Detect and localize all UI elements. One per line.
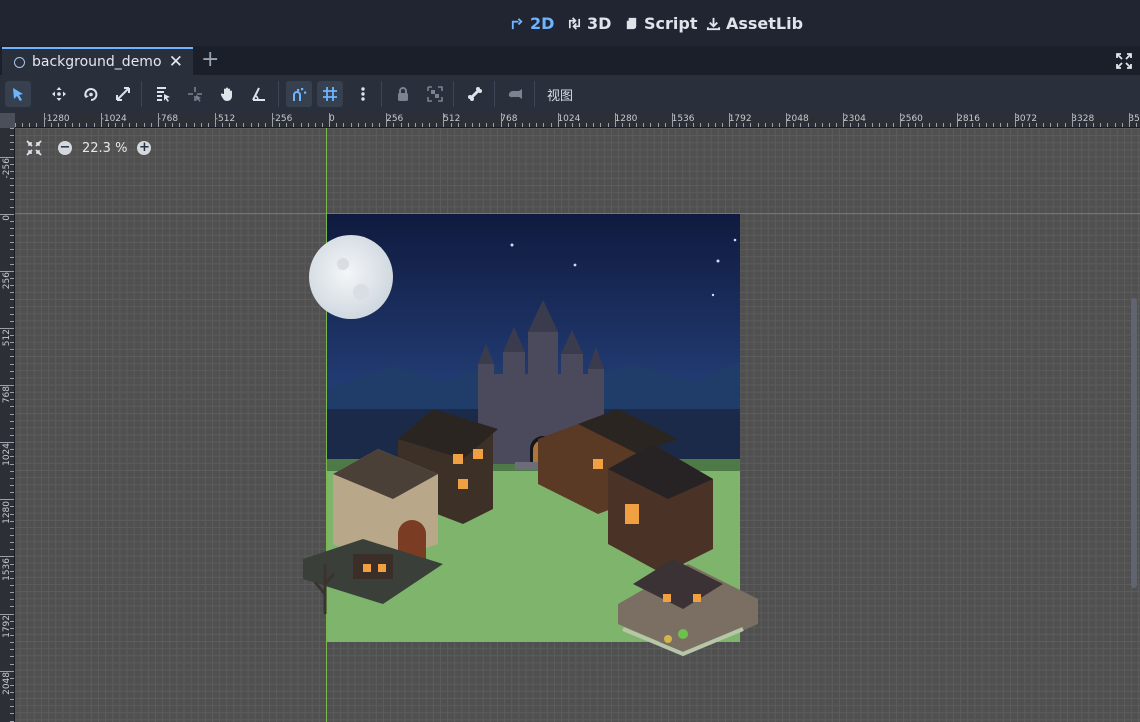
lock-button[interactable] [390,81,416,107]
ruler-left-label: 256 [2,272,12,290]
ruler-top-label: 35 [1128,114,1140,124]
more-vertical-icon [361,87,365,101]
toolbar-separator [381,81,382,107]
ruler-top-label: 1280 [614,114,638,124]
fullscreen-icon[interactable] [1116,53,1132,69]
zoom-in-button[interactable]: + [137,141,152,155]
workspace-bar: 2D 3D Script AssetLib [0,0,1140,46]
ruler-icon [252,87,265,101]
3d-icon [568,16,581,30]
ruler-left-label: 768 [2,386,12,404]
pan-mode-button[interactable] [214,81,240,107]
skeleton-options-button[interactable] [462,81,488,107]
select-mode-button[interactable] [5,81,31,107]
toolbar-separator [141,81,142,107]
camera-override-icon [508,89,522,99]
group-button[interactable] [422,81,448,107]
ruler-top-label: 2304 [842,114,866,124]
scale-icon [116,87,130,101]
zoom-out-button[interactable]: − [58,141,72,155]
workspace-assetlib-button[interactable]: AssetLib [706,12,803,34]
zoom-level-label[interactable]: 22.3 % [82,141,127,156]
view-menu-button[interactable]: 视图 [547,85,573,104]
ruler-top-label: 2048 [785,114,809,124]
list-select-icon [157,87,170,102]
ruler-corner [0,113,15,128]
ruler-top-label: 2816 [957,114,980,124]
pivot-button[interactable] [182,81,208,107]
ruler-left-label: -256 [2,157,12,179]
lock-icon [398,87,408,101]
workspace-3d-button[interactable]: 3D [567,12,611,34]
zoom-reset-icon[interactable] [26,140,42,156]
rotate-mode-button[interactable] [78,81,104,107]
zoom-controls: − 22.3 % + [26,139,152,157]
assetlib-icon [706,17,721,30]
ruler-top-label: -768 [157,114,179,124]
grid-snap-button[interactable] [317,81,343,107]
workspace-2d-label: 2D [530,13,555,33]
scene-background-image [303,214,758,657]
workspace-2d-button[interactable]: 2D [510,12,554,34]
scene-tab-bar: background_demo ✕ [0,46,1140,75]
move-icon [52,87,66,101]
toolbar-separator [534,81,535,107]
ruler-mode-button[interactable] [246,81,272,107]
vertical-ruler[interactable]: -256 0 256 512 768 1024 1280 1536 1792 2048 [0,113,15,722]
bone-icon [468,87,482,101]
toolbar-separator [453,81,454,107]
select-arrow-icon [13,88,23,101]
ruler-top-label: 3072 [1014,114,1038,124]
script-icon [626,17,637,29]
smart-snap-button[interactable] [286,81,312,107]
horizontal-ruler[interactable]: -1280 -1024 -768 -512 -256 0 256 512 768 1024 1280… [0,113,1140,128]
hand-icon [220,87,232,101]
grid-snap-icon [323,87,337,101]
ruler-left-label: 512 [2,329,12,347]
scale-mode-button[interactable] [110,81,136,107]
toolbar-separator [494,81,495,107]
workspace-assetlib-label: AssetLib [726,13,804,33]
ruler-top-label: 2560 [900,114,923,124]
scene-node-icon [14,56,25,68]
add-tab-button[interactable]: + [201,49,219,71]
ruler-top-label: 1792 [728,114,752,124]
toolbar-separator [278,81,279,107]
ruler-top-label: 3328 [1071,114,1095,124]
ruler-top-label: 1024 [557,114,581,124]
snap-options-button[interactable] [350,81,376,107]
vertical-scrollbar[interactable] [1131,298,1137,588]
scene-tab-label: background_demo [32,54,162,70]
rotate-icon [84,88,98,101]
workspace-script-label: Script [644,13,698,33]
move-mode-button[interactable] [46,81,72,107]
2d-viewport[interactable]: -1280 -1024 -768 -512 -256 0 256 512 768 1024 1280… [0,113,1140,722]
list-select-button[interactable] [150,81,176,107]
ruler-top-label: -256 [271,114,293,124]
close-icon[interactable]: ✕ [169,52,183,72]
scene-tab[interactable]: background_demo ✕ [2,47,193,75]
2d-icon [511,17,523,29]
ruler-top-label: 1536 [671,114,695,124]
ruler-top-label: -512 [214,114,236,124]
workspace-3d-label: 3D [587,13,612,33]
pivot-icon [188,87,202,102]
group-icon [427,86,443,102]
workspace-script-button[interactable]: Script [624,12,697,34]
smart-snap-icon [293,88,307,101]
camera-override-button[interactable] [502,81,528,107]
